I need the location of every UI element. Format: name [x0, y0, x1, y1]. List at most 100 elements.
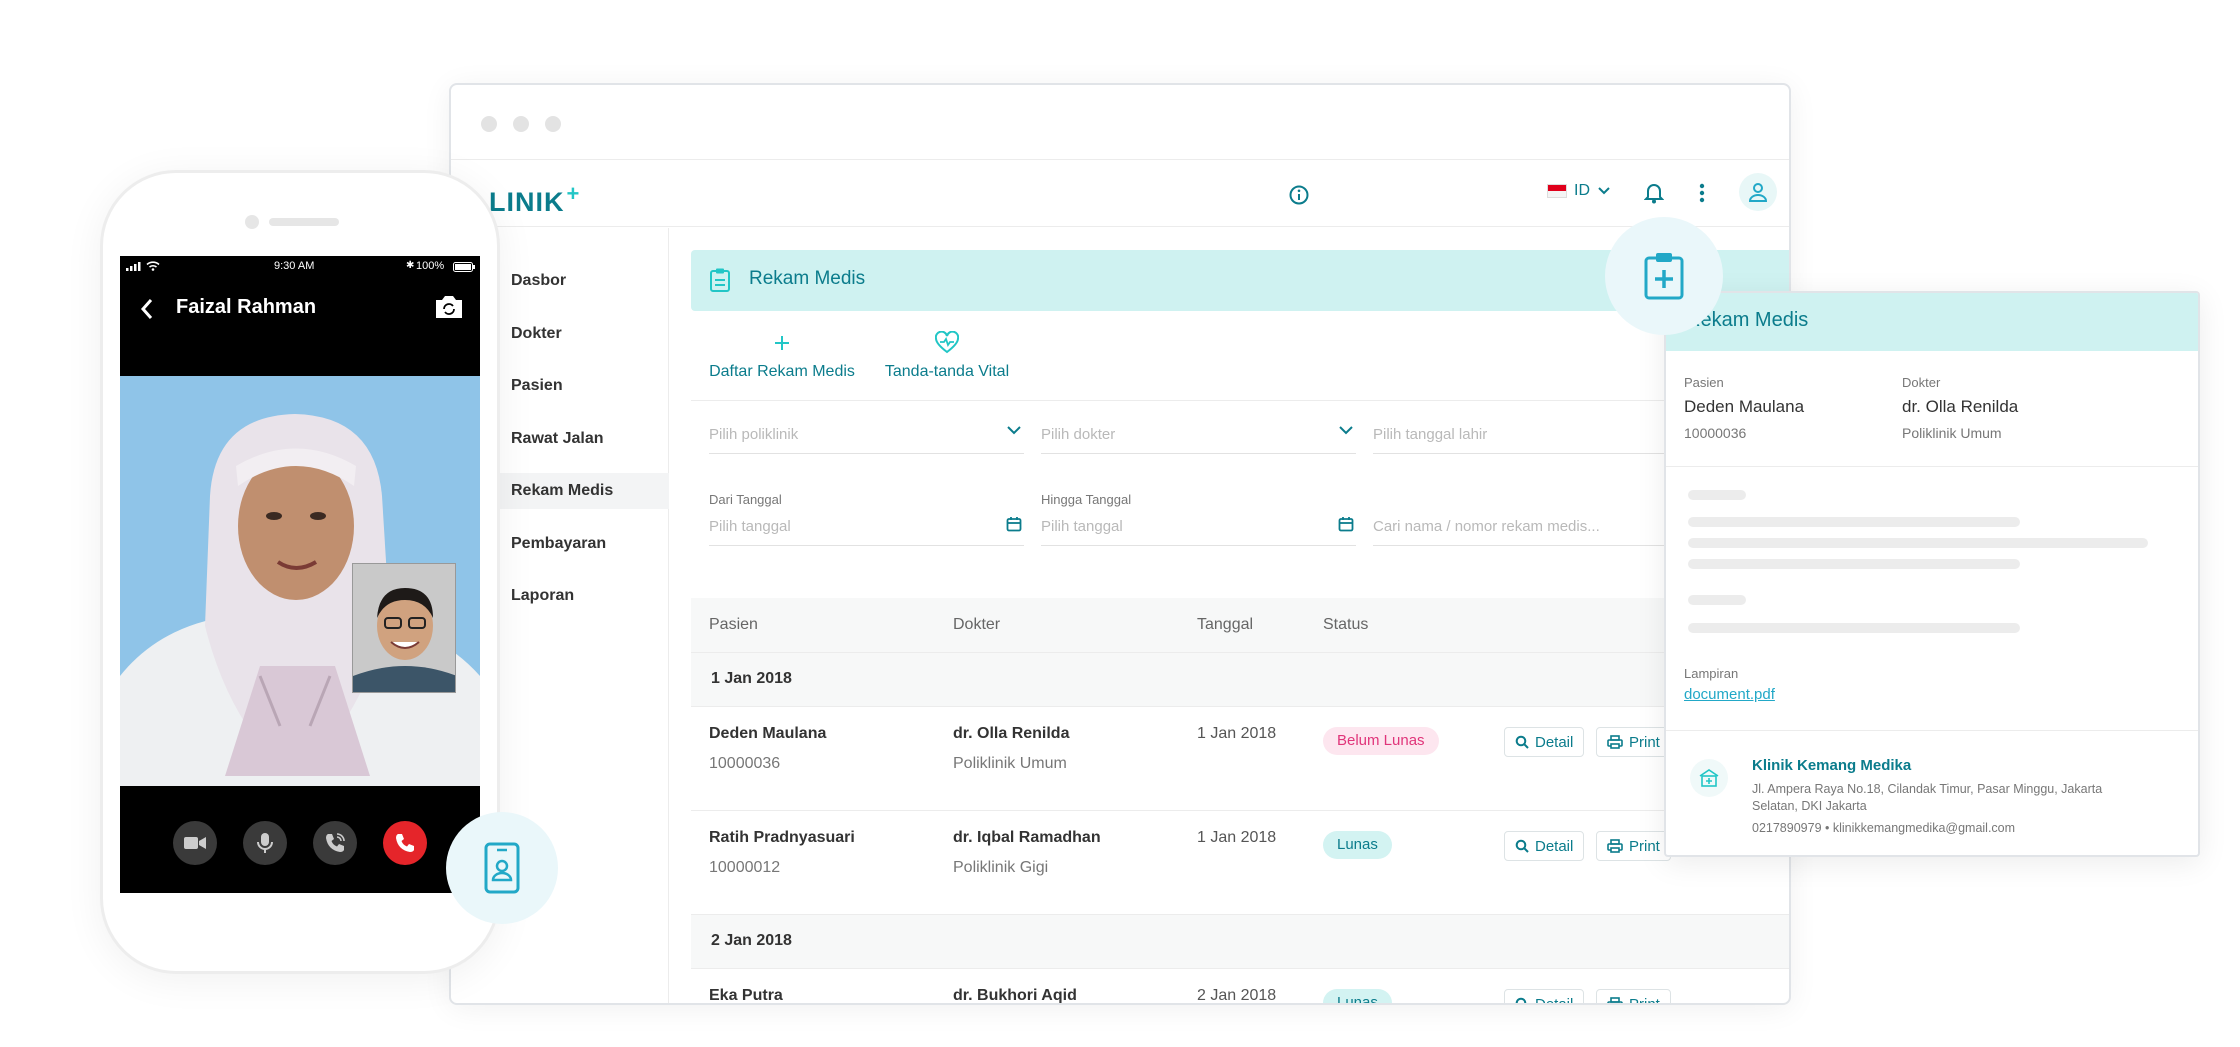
search-icon: [1515, 735, 1529, 749]
column-header-dokter: Dokter: [953, 616, 1001, 633]
window-dot[interactable]: [513, 116, 529, 132]
page-title: Rekam Medis: [749, 268, 866, 289]
skeleton-line: [1688, 490, 1746, 500]
main-content: Rekam Medis Daftar Rekam Medis Tanda-tan…: [669, 228, 1789, 1004]
dari-tanggal-placeholder: Pilih tanggal: [709, 518, 791, 535]
date-group-header: 1 Jan 2018: [691, 653, 1789, 707]
print-button[interactable]: Print: [1596, 727, 1671, 757]
status-time: 9:30 AM: [274, 260, 315, 272]
table-row[interactable]: Deden Maulana 10000036 dr. Olla Renilda Po…: [691, 707, 1789, 811]
skeleton-line: [1688, 538, 2148, 548]
wifi-icon: [146, 261, 160, 271]
dokter-clinic: Poliklinik Umum: [1902, 425, 2002, 441]
poliklinik-select[interactable]: Pilih poliklinik: [709, 416, 1024, 454]
bell-icon[interactable]: [1641, 180, 1667, 206]
hingga-tanggal-placeholder: Pilih tanggal: [1041, 518, 1123, 535]
clinic-address: Jl. Ampera Raya No.18, Cilandak Timur, P…: [1752, 782, 2103, 813]
dari-tanggal-label: Dari Tanggal: [709, 492, 782, 507]
printer-icon: [1607, 997, 1623, 1003]
chevron-down-icon: [1339, 426, 1353, 435]
page-tabs: Daftar Rekam Medis Tanda-tanda Vital: [691, 311, 1789, 401]
lampiran-label: Lampiran: [1684, 666, 1739, 681]
clipboard-icon: [710, 268, 730, 292]
hingga-tanggal-input[interactable]: Pilih tanggal: [1041, 508, 1356, 546]
phone-speaker-icon: [326, 833, 345, 852]
print-button[interactable]: Print: [1596, 831, 1671, 861]
table-row[interactable]: Eka Putra dr. Bukhori Aqid 2 Jan 2018 Lu…: [691, 969, 1789, 1004]
self-video-feed: [353, 564, 455, 692]
doctor-cell: dr. Iqbal Ramadhan Poliklinik Gigi: [953, 829, 1101, 876]
tab-daftar-rekam-medis[interactable]: Daftar Rekam Medis: [709, 311, 855, 401]
column-header-status: Status: [1323, 616, 1369, 633]
skeleton-line: [1688, 559, 2020, 569]
column-header-pasien: Pasien: [709, 616, 758, 633]
card-header: Rekam Medis: [1666, 293, 2198, 351]
more-vertical-icon[interactable]: [1689, 180, 1715, 206]
bluetooth-icon: ✱: [406, 260, 415, 271]
tanggal-lahir-placeholder: Pilih tanggal lahir: [1373, 426, 1488, 443]
clinic-name: Klinik Kemang Medika: [1752, 757, 1912, 774]
flag-icon: [1547, 184, 1567, 198]
doctor-cell: dr. Olla Renilda Poliklinik Umum: [953, 725, 1070, 772]
dari-tanggal-input[interactable]: Pilih tanggal: [709, 508, 1024, 546]
window-dot[interactable]: [481, 116, 497, 132]
browser-window: LINIK+ ID Dasbor Dokter Pasien Rawat Jal…: [449, 83, 1791, 1005]
language-selector[interactable]: ID: [1547, 182, 1611, 200]
detail-button[interactable]: Detail: [1504, 727, 1585, 757]
back-arrow-icon[interactable]: [140, 298, 154, 320]
calendar-icon: [1006, 517, 1022, 532]
table-row[interactable]: Ratih Pradnyasuari 10000012 dr. Iqbal Ram…: [691, 811, 1789, 915]
patient-cell: Eka Putra: [709, 987, 783, 1004]
printer-icon: [1607, 735, 1623, 749]
caller-name: Faizal Rahman: [176, 296, 317, 318]
phone-contact-icon: [484, 842, 520, 894]
clinic-icon: [1690, 759, 1728, 797]
app-logo[interactable]: LINIK+: [489, 181, 580, 218]
search-input[interactable]: Cari nama / nomor rekam medis...: [1373, 508, 1673, 546]
video-toggle-button[interactable]: [173, 821, 217, 865]
window-dot[interactable]: [545, 116, 561, 132]
user-avatar-button[interactable]: [1739, 173, 1777, 211]
dokter-name: dr. Olla Renilda: [1902, 397, 2019, 416]
search-placeholder: Cari nama / nomor rekam medis...: [1373, 518, 1600, 535]
phone-end-icon: [396, 834, 414, 852]
phone-speaker: [269, 218, 339, 226]
mute-button[interactable]: [243, 821, 287, 865]
date-cell: 1 Jan 2018: [1197, 725, 1277, 742]
divider: [1666, 730, 2198, 731]
info-icon[interactable]: [1288, 184, 1310, 206]
dokter-select[interactable]: Pilih dokter: [1041, 416, 1356, 454]
search-icon: [1515, 839, 1529, 853]
doctor-cell: dr. Bukhori Aqid: [953, 987, 1077, 1004]
app-header: LINIK+ ID: [451, 160, 1789, 227]
end-call-button[interactable]: [383, 821, 427, 865]
column-header-tanggal: Tanggal: [1197, 616, 1254, 633]
call-header: Faizal Rahman: [120, 278, 480, 340]
speaker-button[interactable]: [313, 821, 357, 865]
user-icon: [1748, 183, 1768, 202]
browser-titlebar: [451, 85, 1789, 160]
document-link[interactable]: document.pdf: [1684, 686, 1775, 703]
switch-camera-icon[interactable]: [434, 294, 464, 320]
printer-icon: [1607, 839, 1623, 853]
dokter-label: Dokter: [1902, 375, 1941, 390]
date-cell: 2 Jan 2018: [1197, 987, 1277, 1004]
floating-contact-icon: [446, 812, 558, 924]
clipboard-plus-icon: [1644, 253, 1684, 300]
battery-percent: 100%: [416, 260, 445, 272]
chevron-down-icon: [1007, 426, 1021, 435]
skeleton-line: [1688, 623, 2020, 633]
battery-icon: [453, 262, 475, 272]
tab-tanda-tanda-vital[interactable]: Tanda-tanda Vital: [881, 311, 1013, 401]
microphone-icon: [257, 833, 273, 853]
date-cell: 1 Jan 2018: [1197, 829, 1277, 846]
status-badge: Belum Lunas: [1323, 727, 1439, 755]
print-button[interactable]: Print: [1596, 989, 1671, 1003]
video-camera-icon: [184, 837, 206, 849]
tanggal-lahir-input[interactable]: Pilih tanggal lahir: [1373, 416, 1673, 454]
detail-button[interactable]: Detail: [1504, 989, 1585, 1003]
detail-button[interactable]: Detail: [1504, 831, 1585, 861]
status-badge: Lunas: [1323, 831, 1392, 859]
chevron-down-icon: [1598, 187, 1610, 195]
self-video[interactable]: [352, 563, 456, 693]
